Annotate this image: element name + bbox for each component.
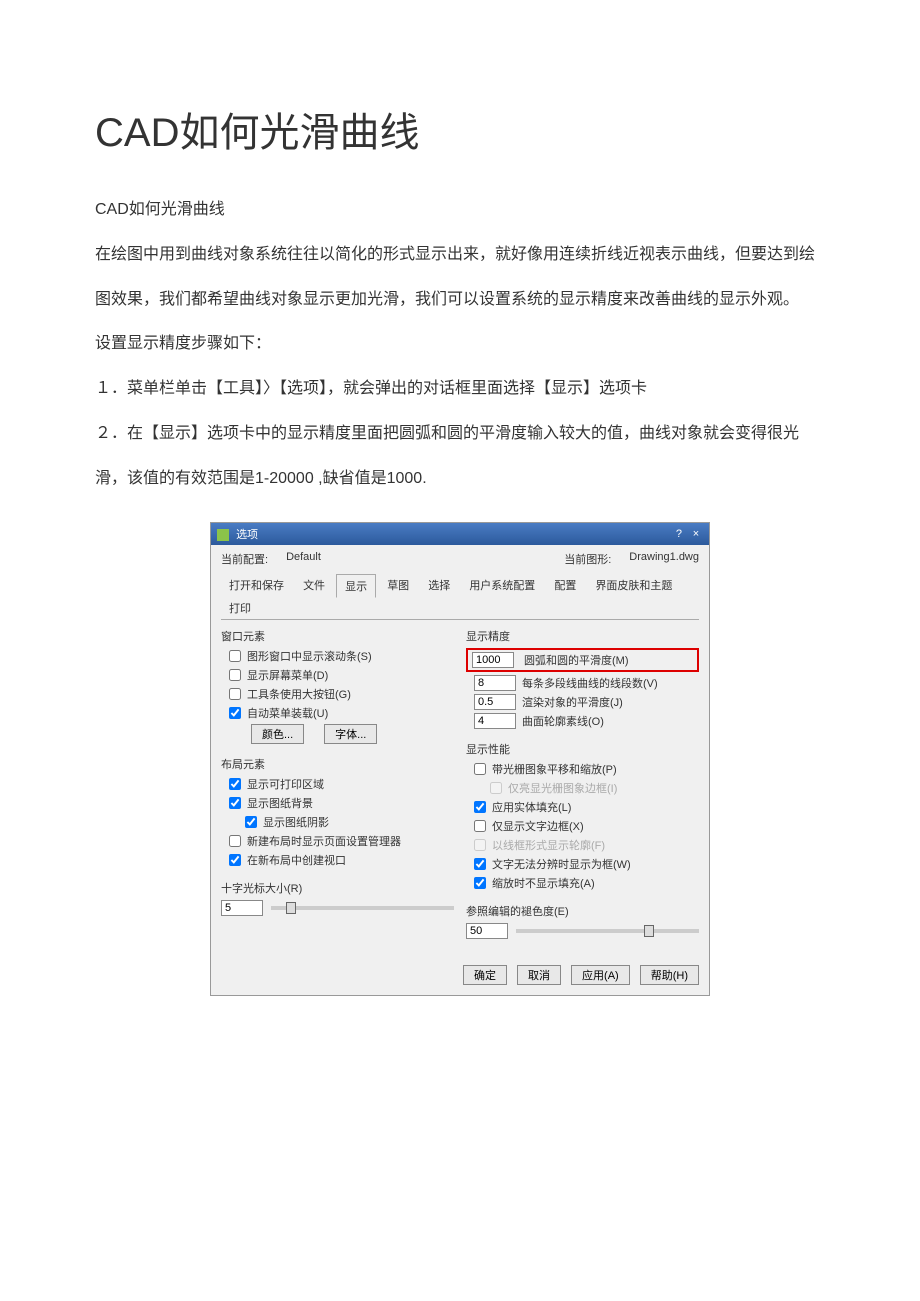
- cb-raster-pan-label: 带光栅图象平移和缩放(P): [492, 761, 617, 777]
- display-precision-title: 显示精度: [466, 628, 699, 644]
- tab-user-config[interactable]: 用户系统配置: [461, 574, 543, 596]
- current-drawing-label: 当前图形:: [564, 551, 611, 567]
- arc-smoothness-highlight: 圆弧和圆的平滑度(M): [466, 648, 699, 672]
- cb-large-buttons[interactable]: [229, 688, 241, 700]
- paragraph: ２．在【显示】选项卡中的显示精度里面把圆弧和圆的平滑度输入较大的值，曲线对象就会…: [95, 412, 825, 502]
- cb-solid-fill-label: 应用实体填充(L): [492, 799, 571, 815]
- cb-scrollbar[interactable]: [229, 650, 241, 662]
- cb-paper-bg[interactable]: [229, 797, 241, 809]
- cb-text-box-label: 文字无法分辨时显示为框(W): [492, 856, 631, 872]
- render-smoothness-input[interactable]: [474, 694, 516, 710]
- cb-new-viewport[interactable]: [229, 854, 241, 866]
- surface-contour-input[interactable]: [474, 713, 516, 729]
- tab-select[interactable]: 选择: [420, 574, 458, 596]
- xref-fade-slider[interactable]: [516, 929, 699, 933]
- xref-fade-input[interactable]: [466, 923, 508, 939]
- tab-print[interactable]: 打印: [221, 597, 259, 619]
- arc-smoothness-label: 圆弧和圆的平滑度(M): [524, 652, 629, 668]
- tab-profile[interactable]: 配置: [546, 574, 584, 596]
- tab-display[interactable]: 显示: [336, 574, 376, 598]
- current-config-value: Default: [286, 551, 321, 567]
- app-icon: [217, 529, 229, 541]
- font-button[interactable]: 字体...: [324, 724, 377, 744]
- cb-paper-shadow-label: 显示图纸阴影: [263, 814, 329, 830]
- surface-contour-label: 曲面轮廓素线(O): [522, 713, 604, 729]
- article-title: CAD如何光滑曲线: [95, 100, 825, 158]
- cb-text-frame[interactable]: [474, 820, 486, 832]
- render-smoothness-label: 渲染对象的平滑度(J): [522, 694, 623, 710]
- window-elements-title: 窗口元素: [221, 628, 454, 644]
- cb-print-area[interactable]: [229, 778, 241, 790]
- cb-screen-menu-label: 显示屏幕菜单(D): [247, 667, 328, 683]
- cb-print-area-label: 显示可打印区域: [247, 776, 324, 792]
- apply-button[interactable]: 应用(A): [571, 965, 630, 985]
- cb-page-setup[interactable]: [229, 835, 241, 847]
- dialog-titlebar: 选项 ? ×: [211, 523, 709, 545]
- help-button[interactable]: 帮助(H): [640, 965, 699, 985]
- tab-bar: 打开和保存 文件 显示 草图 选择 用户系统配置 配置 界面皮肤和主题 打印: [221, 573, 699, 620]
- cb-raster-frame: [490, 782, 502, 794]
- crosshair-slider[interactable]: [271, 906, 454, 910]
- display-performance-title: 显示性能: [466, 741, 699, 757]
- crosshair-input[interactable]: [221, 900, 263, 916]
- cb-scrollbar-label: 图形窗口中显示滚动条(S): [247, 648, 372, 664]
- tab-skin[interactable]: 界面皮肤和主题: [587, 574, 680, 596]
- cb-text-frame-label: 仅显示文字边框(X): [492, 818, 584, 834]
- cb-large-buttons-label: 工具条使用大按钮(G): [247, 686, 351, 702]
- dialog-title: 选项: [236, 529, 258, 541]
- arc-smoothness-input[interactable]: [472, 652, 514, 668]
- cb-screen-menu[interactable]: [229, 669, 241, 681]
- options-dialog: 选项 ? × 当前配置: Default 当前图形: Drawing1.dwg …: [210, 522, 710, 996]
- cb-raster-frame-label: 仅亮显光栅图象边框(I): [508, 780, 617, 796]
- current-config-label: 当前配置:: [221, 551, 268, 567]
- paragraph: 设置显示精度步骤如下：: [95, 322, 825, 367]
- cb-raster-pan[interactable]: [474, 763, 486, 775]
- cb-paper-bg-label: 显示图纸背景: [247, 795, 313, 811]
- cb-solid-fill[interactable]: [474, 801, 486, 813]
- cb-text-box[interactable]: [474, 858, 486, 870]
- current-drawing-value: Drawing1.dwg: [629, 551, 699, 567]
- cancel-button[interactable]: 取消: [517, 965, 561, 985]
- color-button[interactable]: 颜色...: [251, 724, 304, 744]
- cb-auto-menu[interactable]: [229, 707, 241, 719]
- cb-auto-menu-label: 自动菜单装载(U): [247, 705, 328, 721]
- xref-fade-label: 参照编辑的褪色度(E): [466, 903, 699, 919]
- paragraph: １．菜单栏单击【工具】〉【选项】，就会弹出的对话框里面选择【显示】选项卡: [95, 367, 825, 412]
- paragraph: 在绘图中用到曲线对象系统往往以简化的形式显示出来，就好像用连续折线近视表示曲线，…: [95, 233, 825, 323]
- ok-button[interactable]: 确定: [463, 965, 507, 985]
- paragraph: CAD如何光滑曲线: [95, 188, 825, 233]
- cb-new-viewport-label: 在新布局中创建视口: [247, 852, 346, 868]
- cb-paper-shadow[interactable]: [245, 816, 257, 828]
- cb-wireframe-label: 以线框形式显示轮廓(F): [492, 837, 605, 853]
- cb-page-setup-label: 新建布局时显示页面设置管理器: [247, 833, 401, 849]
- help-icon[interactable]: ?: [672, 528, 686, 540]
- tab-open-save[interactable]: 打开和保存: [221, 574, 292, 596]
- layout-elements-title: 布局元素: [221, 756, 454, 772]
- close-icon[interactable]: ×: [689, 528, 703, 540]
- cb-no-fill-zoom[interactable]: [474, 877, 486, 889]
- pline-segments-input[interactable]: [474, 675, 516, 691]
- tab-file[interactable]: 文件: [295, 574, 333, 596]
- cb-wireframe: [474, 839, 486, 851]
- cb-no-fill-zoom-label: 缩放时不显示填充(A): [492, 875, 595, 891]
- crosshair-label: 十字光标大小(R): [221, 880, 454, 896]
- pline-segments-label: 每条多段线曲线的线段数(V): [522, 675, 658, 691]
- tab-draft[interactable]: 草图: [379, 574, 417, 596]
